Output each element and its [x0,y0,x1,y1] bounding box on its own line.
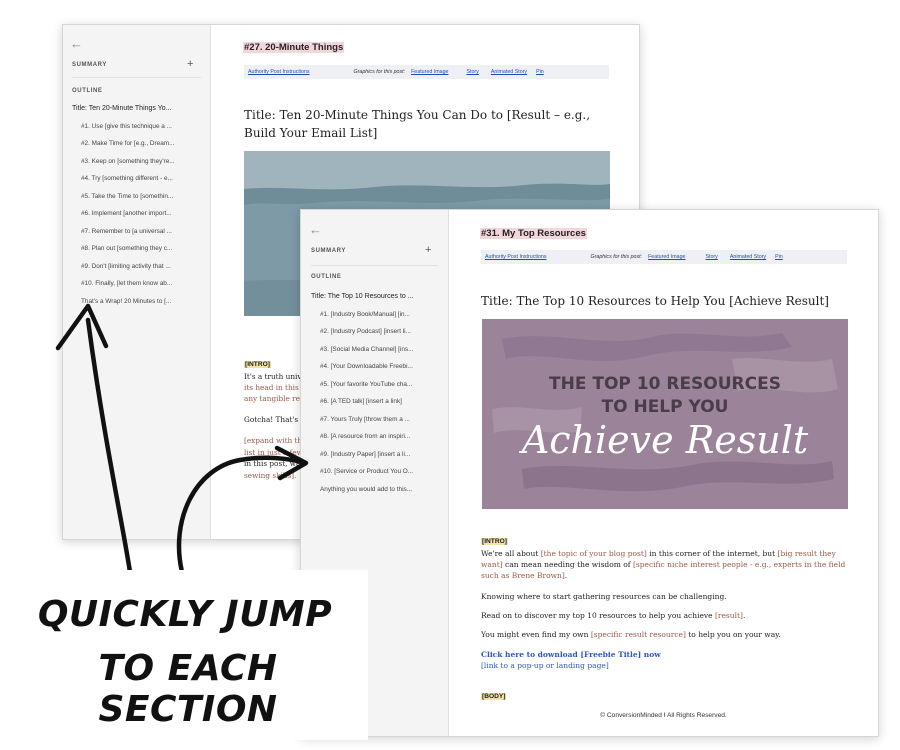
featured-image-link[interactable]: Featured Image [411,69,448,75]
intro-line: its head in this p [244,383,306,392]
outline-item[interactable]: #7. Remember to [a universal ... [72,223,210,241]
summary-label: SUMMARY [72,62,107,68]
outline-item[interactable]: #5. Take the Time to [somethin... [72,188,210,206]
sidebar-divider [311,265,438,266]
intro-text: can mean needing the wisdom of [502,560,633,569]
resource-text: You might even find my own [481,630,591,639]
sidebar-divider [72,77,201,78]
outline-list: Title: The Top 10 Resources to ... #1. [… [311,288,448,498]
result-placeholder: [result] [714,611,743,620]
read-on-paragraph: Read on to discover my top 10 resources … [481,611,745,620]
outline-item[interactable]: #6. Implement [another import... [72,205,210,223]
graphics-bar: Authority Post Instructions Graphics for… [244,65,609,79]
knowing-paragraph: Knowing where to start gathering resourc… [481,592,727,601]
story-link[interactable]: Story [705,254,717,260]
graphics-label: Graphics for this post: [353,69,406,75]
outline-item[interactable]: #5. [Your favorite YouTube cha... [311,376,448,394]
intro-tag: [INTRO] [481,538,508,545]
add-summary-icon[interactable]: + [187,58,193,70]
summary-label: SUMMARY [311,248,346,254]
body-tag: [BODY] [481,693,507,700]
story-link[interactable]: Story [466,69,478,75]
outline-item[interactable]: #2. Make Time for [e.g., Dream... [72,135,210,153]
front-document-body: #31. My Top Resources Authority Post Ins… [449,210,878,736]
pin-link[interactable]: Pin [536,69,544,75]
outline-item[interactable]: #4. Try [something different - e... [72,170,210,188]
outline-item[interactable]: #1. Use [give this technique a ... [72,118,210,136]
cta-sub-link[interactable]: [link to a pop-up or landing page] [481,661,609,670]
expand-line: sewing skills]. [244,470,297,480]
resource-paragraph: You might even find my own [specific res… [481,630,781,639]
outline-item[interactable]: Anything you would add to this... [311,481,448,499]
section-header: #27. 20-Minute Things [243,42,345,53]
banner-script: Achieve Result [519,418,809,462]
gotcha-paragraph: Gotcha! That's a [244,415,305,424]
intro-text: in this corner of the internet, but [646,549,778,558]
outline-item[interactable]: #4. [Your Downloadable Freebi... [311,358,448,376]
featured-banner-image: THE TOP 10 RESOURCES TO HELP YOU Achieve… [482,319,848,509]
outline-item[interactable]: #9. Don't [limiting activity that ... [72,258,210,276]
expand-line: in this post, we [244,459,301,468]
outline-item[interactable]: #10. Finally, [let them know ab... [72,275,210,293]
intro-text: We're all about [481,549,541,558]
post-title: Title: The Top 10 Resources to Help You … [481,294,829,308]
instructions-link[interactable]: Authority Post Instructions [485,254,547,260]
outline-item[interactable]: #9. [Industry Paper] [insert a li... [311,446,448,464]
outline-item[interactable]: #1. [Industry Book/Manual] [in... [311,306,448,324]
outline-item[interactable]: #6. [A TED talk] [insert a link] [311,393,448,411]
outline-label: OUTLINE [311,274,342,280]
intro-paragraph: We're all about [the topic of your blog … [481,548,849,581]
intro-text: . [564,571,568,580]
expand-paragraph: [expand with th list in just a few in th… [244,435,303,481]
outline-item[interactable]: #8. Plan out [something they c... [72,240,210,258]
read-on-text: . [742,611,746,620]
outline-item[interactable]: Title: The Top 10 Resources to ... [311,288,448,306]
add-summary-icon[interactable]: + [425,244,431,256]
resource-text: to help you on your way. [685,630,781,639]
post-title: Title: Ten 20-Minute Things You Can Do t… [244,108,591,140]
featured-image-link[interactable]: Featured Image [648,254,685,260]
intro-line: any tangible res [244,394,304,403]
callout-line2: TO EACH SECTION [98,648,278,730]
back-sidebar: ← SUMMARY + OUTLINE Title: Ten 20-Minute… [63,25,211,539]
back-arrow-icon[interactable]: ← [70,36,83,51]
resource-placeholder: [specific result resource] [590,630,686,639]
banner-line1: THE TOP 10 RESOURCES [549,374,781,394]
graphics-bar: Authority Post Instructions Graphics for… [481,250,847,264]
intro-placeholder: [the topic of your blog post] [540,549,647,558]
section-header: #31. My Top Resources [480,228,587,239]
outline-item[interactable]: #3. Keep on [something they're... [72,153,210,171]
graphics-label: Graphics for this post: [590,254,643,260]
intro-line: It's a truth univ [244,372,302,381]
outline-item[interactable]: #10. [Service or Product You O... [311,463,448,481]
outline-item[interactable]: #8. [A resource from an inspiri... [311,428,448,446]
intro-paragraph: It's a truth univ its head in this p any… [244,371,306,404]
outline-label: OUTLINE [72,88,103,94]
front-document-window: ← SUMMARY + OUTLINE Title: The Top 10 Re… [300,209,879,737]
banner-line2: TO HELP YOU [602,397,729,417]
outline-item[interactable]: #3. [Social Media Channel] [ins... [311,341,448,359]
outline-item[interactable]: Title: Ten 20-Minute Things Yo... [72,100,210,118]
read-on-text: Read on to discover my top 10 resources … [481,611,715,620]
animated-story-link[interactable]: Animated Story [730,254,766,260]
outline-list: Title: Ten 20-Minute Things Yo... #1. Us… [72,100,210,310]
intro-tag: [INTRO] [244,361,271,368]
outline-item[interactable]: #2. [Industry Podcast] [insert li... [311,323,448,341]
pin-link[interactable]: Pin [775,254,783,260]
instructions-link[interactable]: Authority Post Instructions [248,69,310,75]
expand-line: [expand with th [244,436,303,445]
outline-item[interactable]: #7. Yours Truly [throw them a ... [311,411,448,429]
footer-text: © ConversionMinded I All Rights Reserved… [600,712,727,719]
cta-link[interactable]: Click here to download [Freebie Title] n… [481,650,661,659]
expand-line: list in just a few [244,447,303,457]
callout-line1: QUICKLY JUMP [37,594,333,635]
outline-item[interactable]: That's a Wrap! 20 Minutes to [... [72,293,210,311]
animated-story-link[interactable]: Animated Story [491,69,527,75]
back-arrow-icon[interactable]: ← [309,222,322,237]
